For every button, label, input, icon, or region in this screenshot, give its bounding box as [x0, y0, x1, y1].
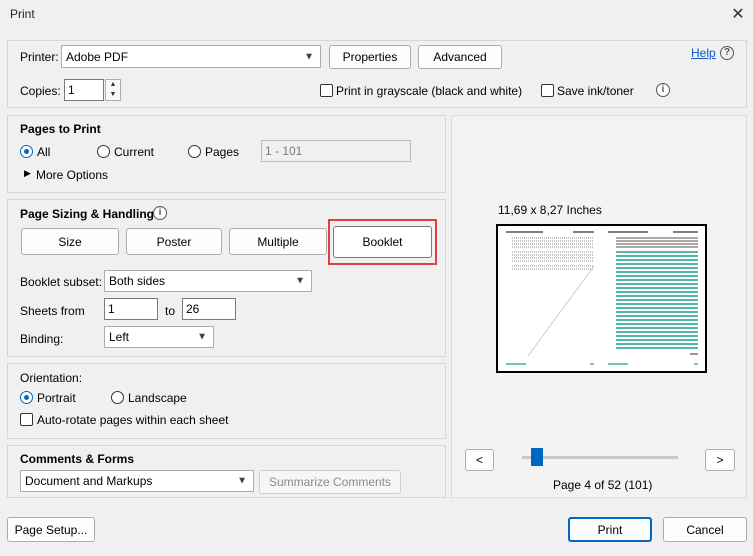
close-icon[interactable]: ✕: [726, 4, 750, 26]
sheets-to-input[interactable]: 26: [182, 298, 236, 320]
triangle-right-icon[interactable]: ▶: [24, 168, 31, 179]
page-sizing-title: Page Sizing & Handling: [20, 207, 155, 221]
binding-select[interactable]: Left ▼: [104, 326, 214, 348]
copies-input[interactable]: 1: [64, 79, 104, 101]
booklet-subset-label: Booklet subset:: [20, 275, 103, 289]
copies-label: Copies:: [20, 84, 61, 98]
preview-dimensions: 11,69 x 8,27 Inches: [498, 203, 602, 217]
stepper-down-icon[interactable]: ▼: [106, 90, 120, 100]
orientation-title: Orientation:: [20, 371, 83, 385]
comments-value: Document and Markups: [25, 474, 153, 488]
chevron-down-icon: ▼: [295, 275, 305, 287]
booklet-subset-select[interactable]: Both sides ▼: [104, 270, 312, 292]
save-ink-label: Save ink/toner: [557, 84, 634, 98]
summarize-comments-button[interactable]: Summarize Comments: [259, 470, 401, 494]
help-link[interactable]: Help: [691, 46, 716, 60]
pages-range-input[interactable]: 1 - 101: [261, 140, 411, 162]
radio-current[interactable]: [97, 145, 110, 158]
chevron-down-icon: ▼: [197, 331, 207, 343]
preview-booklet-spread: [506, 231, 698, 365]
page-slider-track[interactable]: [522, 456, 678, 459]
prev-page-button[interactable]: <: [465, 449, 494, 471]
binding-value: Left: [109, 330, 130, 344]
radio-pages[interactable]: [188, 145, 201, 158]
print-button[interactable]: Print: [568, 517, 652, 542]
properties-button[interactable]: Properties: [329, 45, 411, 69]
next-page-button[interactable]: >: [705, 449, 735, 471]
radio-portrait[interactable]: [20, 391, 33, 404]
radio-all-label: All: [37, 145, 51, 159]
poster-button[interactable]: Poster: [126, 228, 222, 255]
booklet-subset-value: Both sides: [109, 274, 166, 288]
save-ink-checkbox[interactable]: [541, 84, 554, 97]
chevron-down-icon: ▼: [237, 475, 247, 487]
comments-title: Comments & Forms: [20, 452, 135, 466]
radio-current-label: Current: [114, 145, 155, 159]
title-bar: [0, 0, 753, 32]
grayscale-checkbox[interactable]: [320, 84, 333, 97]
page-status: Page 4 of 52 (101): [553, 478, 653, 492]
chevron-down-icon: ▼: [304, 51, 314, 62]
printer-select[interactable]: Adobe PDF ▼: [61, 45, 321, 68]
sheets-from-input[interactable]: 1: [104, 298, 158, 320]
to-label: to: [165, 304, 176, 318]
autorotate-checkbox[interactable]: [20, 413, 33, 426]
page-slider-thumb[interactable]: [530, 448, 543, 466]
pages-to-print-title: Pages to Print: [20, 122, 101, 136]
radio-landscape[interactable]: [111, 391, 124, 404]
printer-label: Printer:: [20, 50, 59, 64]
info-icon[interactable]: i: [153, 206, 167, 220]
printer-select-value: Adobe PDF: [66, 49, 129, 64]
multiple-button[interactable]: Multiple: [229, 228, 327, 255]
booklet-button[interactable]: Booklet: [333, 226, 432, 258]
radio-pages-label: Pages: [205, 145, 240, 159]
radio-all[interactable]: [20, 145, 33, 158]
preview-left-page: [506, 231, 595, 365]
preview-right-page: [608, 231, 698, 365]
page-setup-button[interactable]: Page Setup...: [7, 517, 95, 542]
autorotate-label: Auto-rotate pages within each sheet: [37, 413, 229, 427]
sheets-from-label: Sheets from: [20, 304, 85, 318]
radio-portrait-label: Portrait: [37, 391, 76, 405]
size-button[interactable]: Size: [21, 228, 119, 255]
window-title: Print: [10, 7, 35, 21]
help-question-icon[interactable]: ?: [720, 46, 734, 60]
info-icon[interactable]: i: [656, 83, 670, 97]
radio-landscape-label: Landscape: [128, 391, 187, 405]
preview-sheet: [496, 224, 707, 373]
more-options-label[interactable]: More Options: [36, 168, 108, 182]
stepper-up-icon[interactable]: ▲: [106, 80, 120, 90]
comments-select[interactable]: Document and Markups ▼: [20, 470, 254, 492]
binding-label: Binding:: [20, 332, 64, 346]
copies-stepper[interactable]: ▲ ▼: [105, 79, 121, 101]
cancel-button[interactable]: Cancel: [663, 517, 747, 542]
advanced-button[interactable]: Advanced: [418, 45, 502, 69]
grayscale-label: Print in grayscale (black and white): [336, 84, 523, 98]
